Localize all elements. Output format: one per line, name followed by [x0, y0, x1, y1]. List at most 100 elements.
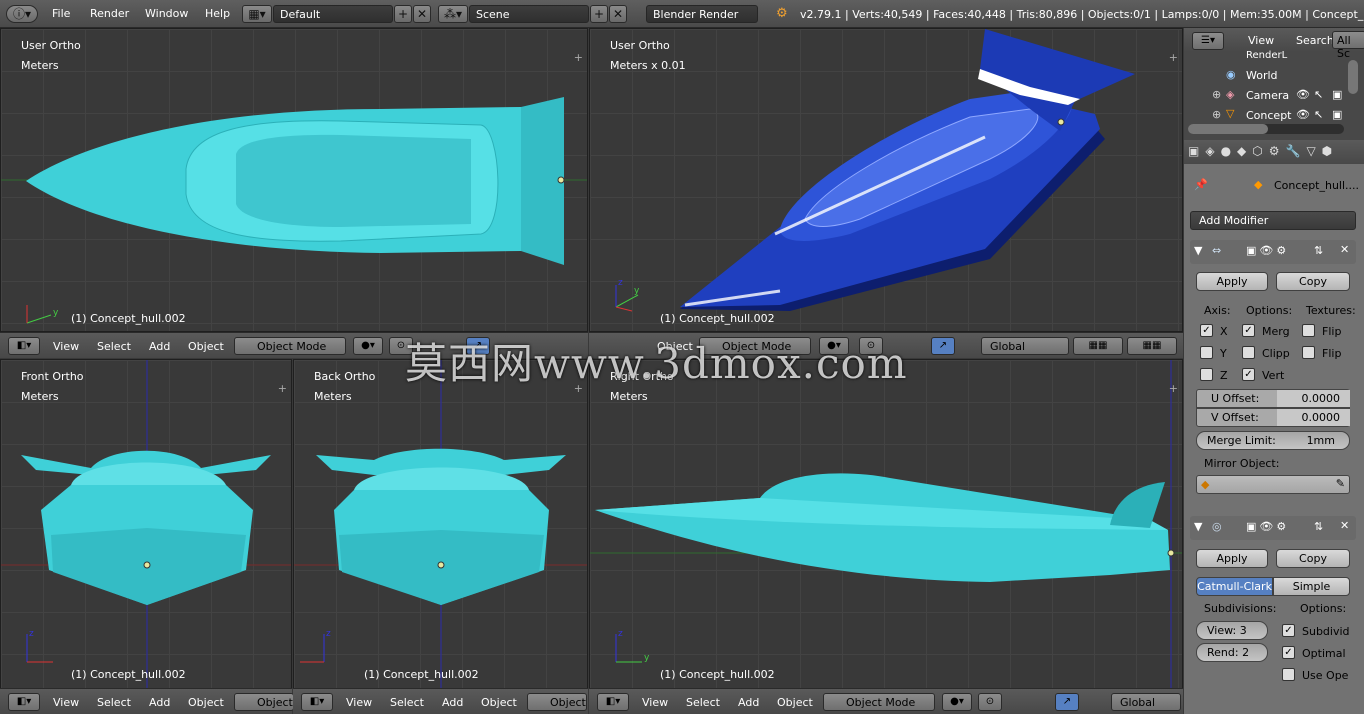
view-levels-field[interactable]: View: 3 — [1196, 621, 1268, 640]
orientation-select[interactable]: Global — [981, 337, 1069, 355]
axis-x-checkbox[interactable]: ✓ — [1200, 324, 1213, 337]
menu-object[interactable]: Object — [481, 696, 517, 709]
outliner-hscrollbar[interactable] — [1188, 124, 1344, 134]
optimal-display-checkbox[interactable]: ✓ — [1282, 646, 1295, 659]
collapse-arrow-icon[interactable]: ▼ — [1194, 520, 1202, 533]
opensubdiv-checkbox[interactable] — [1282, 668, 1295, 681]
corner-plus-icon[interactable]: + — [1169, 51, 1178, 64]
remove-modifier-icon[interactable]: ✕ — [1340, 243, 1349, 256]
mirror-copy-button[interactable]: Copy — [1276, 272, 1350, 291]
add-scene-icon[interactable]: + — [590, 5, 608, 23]
delete-layout-icon[interactable]: ✕ — [413, 5, 431, 23]
visibility-eye-icon[interactable]: 👁 — [1296, 108, 1310, 121]
outliner-item-world[interactable]: World — [1246, 69, 1278, 82]
pin-icon[interactable]: 📌 — [1194, 178, 1208, 191]
menu-object[interactable]: Object — [188, 340, 224, 353]
merge-limit-field[interactable]: Merge Limit: 1mm — [1196, 431, 1350, 450]
mirror-object-field[interactable]: ◆ ✎ — [1196, 475, 1350, 494]
shading-icon[interactable]: ●▾ — [942, 693, 972, 711]
manipulator-icon[interactable]: ↗ — [1055, 693, 1079, 711]
move-updown-icon[interactable]: ⇅ — [1314, 520, 1323, 533]
remove-modifier-icon[interactable]: ✕ — [1340, 519, 1349, 532]
mode-select[interactable]: Object Mode — [234, 337, 346, 355]
menu-add[interactable]: Add — [738, 696, 759, 709]
mode-select[interactable]: Object — [234, 693, 294, 711]
viewport-top-right[interactable]: User Ortho Meters x 0.01 zy (1) Concept_… — [589, 28, 1183, 332]
editor-type-icon[interactable]: ◧▾ — [301, 693, 333, 711]
viewport-top-left[interactable]: User Ortho Meters y (1) Concept_hull.002… — [0, 28, 588, 332]
mode-select[interactable]: Object Mode — [823, 693, 935, 711]
subsurf-copy-button[interactable]: Copy — [1276, 549, 1350, 568]
menu-select[interactable]: Select — [97, 696, 131, 709]
outliner-vscrollbar[interactable] — [1348, 60, 1358, 94]
corner-plus-icon[interactable]: + — [1169, 382, 1178, 395]
axis-y-checkbox[interactable] — [1200, 346, 1213, 359]
editor-type-icon[interactable]: ◧▾ — [597, 693, 629, 711]
expand-icon[interactable]: ⊕ — [1212, 88, 1221, 101]
menu-select[interactable]: Select — [686, 696, 720, 709]
catmull-clark-tab[interactable]: Catmull-Clark — [1196, 577, 1273, 596]
viewport-back[interactable]: Back Ortho Meters z (1) Concept_hull.002… — [293, 359, 588, 689]
menu-add[interactable]: Add — [442, 696, 463, 709]
outliner-item-renderlayers[interactable]: RenderL — [1246, 50, 1287, 61]
modifier-visibility-icons[interactable]: ▣👁⚙ — [1246, 244, 1289, 257]
flip-u-checkbox[interactable] — [1302, 324, 1315, 337]
eyedropper-icon[interactable]: ✎ — [1336, 477, 1345, 490]
outliner-search-menu[interactable]: Search — [1296, 34, 1334, 47]
add-modifier-select[interactable]: Add Modifier — [1190, 211, 1356, 230]
scene-field[interactable]: Scene — [469, 5, 589, 23]
editor-type-icon[interactable]: ◧▾ — [8, 693, 40, 711]
corner-plus-icon[interactable]: + — [574, 51, 583, 64]
add-layout-icon[interactable]: + — [394, 5, 412, 23]
move-updown-icon[interactable]: ⇅ — [1314, 244, 1323, 257]
menu-view[interactable]: View — [642, 696, 668, 709]
mirror-apply-button[interactable]: Apply — [1196, 272, 1268, 291]
menu-view[interactable]: View — [346, 696, 372, 709]
axis-z-checkbox[interactable] — [1200, 368, 1213, 381]
screen-layout-icon[interactable]: ▦▾ — [242, 5, 272, 23]
orientation-select[interactable]: Global — [1111, 693, 1181, 711]
scene-icon[interactable]: ⁂▾ — [438, 5, 468, 23]
render-engine-select[interactable]: Blender Render — [646, 5, 758, 23]
properties-tab-icons[interactable]: ▣◈●◆⬡⚙🔧▽⬢ — [1188, 144, 1338, 158]
manipulator-icon[interactable]: ↗ — [931, 337, 955, 355]
layers-grid-icon[interactable]: ▦▦ — [1073, 337, 1123, 355]
menu-render[interactable]: Render — [90, 7, 129, 20]
mode-select[interactable]: Object — [527, 693, 587, 711]
viewport-right[interactable]: Right Ortho Meters zy (1) Concept_hull.0… — [589, 359, 1183, 689]
simple-tab[interactable]: Simple — [1273, 577, 1350, 596]
menu-add[interactable]: Add — [149, 696, 170, 709]
clipping-checkbox[interactable] — [1242, 346, 1255, 359]
subsurf-apply-button[interactable]: Apply — [1196, 549, 1268, 568]
menu-help[interactable]: Help — [205, 7, 230, 20]
outliner-view-menu[interactable]: View — [1248, 34, 1274, 47]
v-offset-field[interactable]: V Offset: 0.0000 — [1196, 408, 1350, 427]
outliner-item-concept[interactable]: Concept — [1246, 109, 1292, 122]
menu-object[interactable]: Object — [188, 696, 224, 709]
outliner-item-camera[interactable]: Camera — [1246, 89, 1289, 102]
delete-scene-icon[interactable]: ✕ — [609, 5, 627, 23]
outliner-type-icon[interactable]: ☰▾ — [1192, 32, 1224, 50]
menu-select[interactable]: Select — [97, 340, 131, 353]
subdivide-uvs-checkbox[interactable]: ✓ — [1282, 624, 1295, 637]
pivot-icon[interactable]: ⊙ — [978, 693, 1002, 711]
editor-type-icon[interactable]: ◧▾ — [8, 337, 40, 355]
collapse-arrow-icon[interactable]: ▼ — [1194, 244, 1202, 257]
info-editor-menu-icon[interactable]: ⓘ▾ — [6, 5, 38, 23]
select-cursor-icon[interactable]: ↖ — [1314, 108, 1323, 121]
viewport-front[interactable]: Front Ortho Meters z (1) Concept_hull.00… — [0, 359, 292, 689]
menu-object[interactable]: Object — [777, 696, 813, 709]
menu-view[interactable]: View — [53, 696, 79, 709]
corner-plus-icon[interactable]: + — [278, 382, 287, 395]
visibility-eye-icon[interactable]: 👁 — [1296, 88, 1310, 101]
flip-v-checkbox[interactable] — [1302, 346, 1315, 359]
menu-view[interactable]: View — [53, 340, 79, 353]
u-offset-field[interactable]: U Offset: 0.0000 — [1196, 389, 1350, 408]
select-cursor-icon[interactable]: ↖ — [1314, 88, 1323, 101]
screen-layout-field[interactable]: Default — [273, 5, 393, 23]
menu-file[interactable]: File — [52, 7, 70, 20]
outliner-filter-select[interactable]: All Sc — [1332, 31, 1364, 60]
render-camera-icon[interactable]: ▣ — [1332, 88, 1342, 101]
merge-checkbox[interactable]: ✓ — [1242, 324, 1255, 337]
menu-select[interactable]: Select — [390, 696, 424, 709]
